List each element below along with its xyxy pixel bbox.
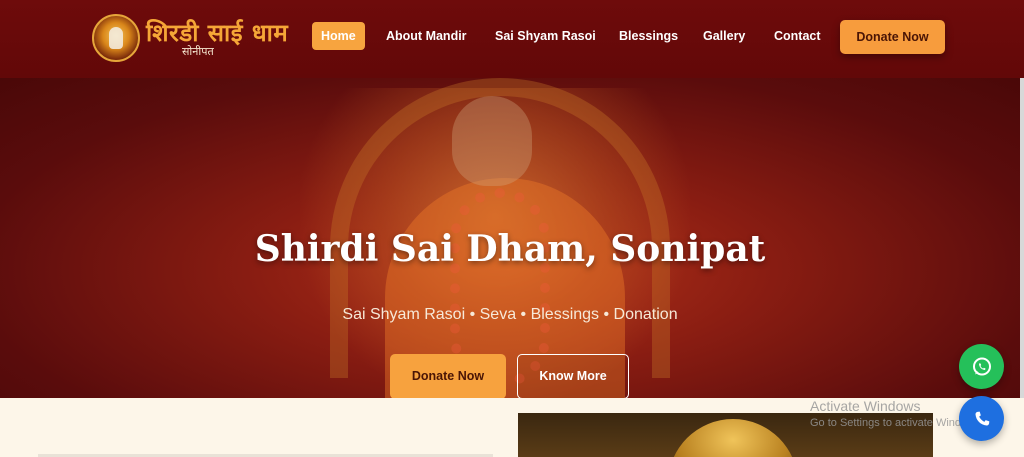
hero-title: Shirdi Sai Dham, Sonipat [254, 228, 766, 270]
phone-call-button[interactable] [959, 396, 1004, 441]
logo-subtitle: सोनीपत [182, 45, 214, 58]
sai-baba-emblem-icon [92, 14, 140, 62]
whatsapp-button[interactable] [959, 344, 1004, 389]
nav-contact[interactable]: Contact [774, 22, 821, 50]
hero-subtitle: Sai Shyam Rasoi • Seva • Blessings • Don… [342, 306, 678, 323]
header-donate-button[interactable]: Donate Now [840, 20, 945, 54]
activate-windows-subtitle: Go to Settings to activate Windows. [810, 417, 984, 429]
nav-home[interactable]: Home [312, 22, 365, 50]
hero-know-more-button[interactable]: Know More [517, 354, 629, 398]
site-logo[interactable]: शिरडी साई धाम सोनीपत [92, 12, 302, 64]
nav-gallery[interactable]: Gallery [703, 22, 745, 50]
logo-title: शिरडी साई धाम [146, 18, 289, 47]
idol-head-decoration [452, 96, 532, 186]
site-header: शिरडी साई धाम सोनीपत Home About Mandir S… [0, 0, 1024, 78]
phone-icon [974, 411, 989, 426]
hero-section: Shirdi Sai Dham, Sonipat Sai Shyam Rasoi… [0, 78, 1020, 398]
whatsapp-icon [972, 357, 991, 375]
activate-windows-title: Activate Windows [810, 398, 921, 414]
hero-donate-button[interactable]: Donate Now [390, 354, 506, 398]
page-scrollbar[interactable] [1020, 78, 1024, 398]
nav-sai-shyam-rasoi[interactable]: Sai Shyam Rasoi [495, 22, 596, 50]
nav-blessings[interactable]: Blessings [619, 22, 678, 50]
nav-about-mandir[interactable]: About Mandir [386, 22, 467, 50]
